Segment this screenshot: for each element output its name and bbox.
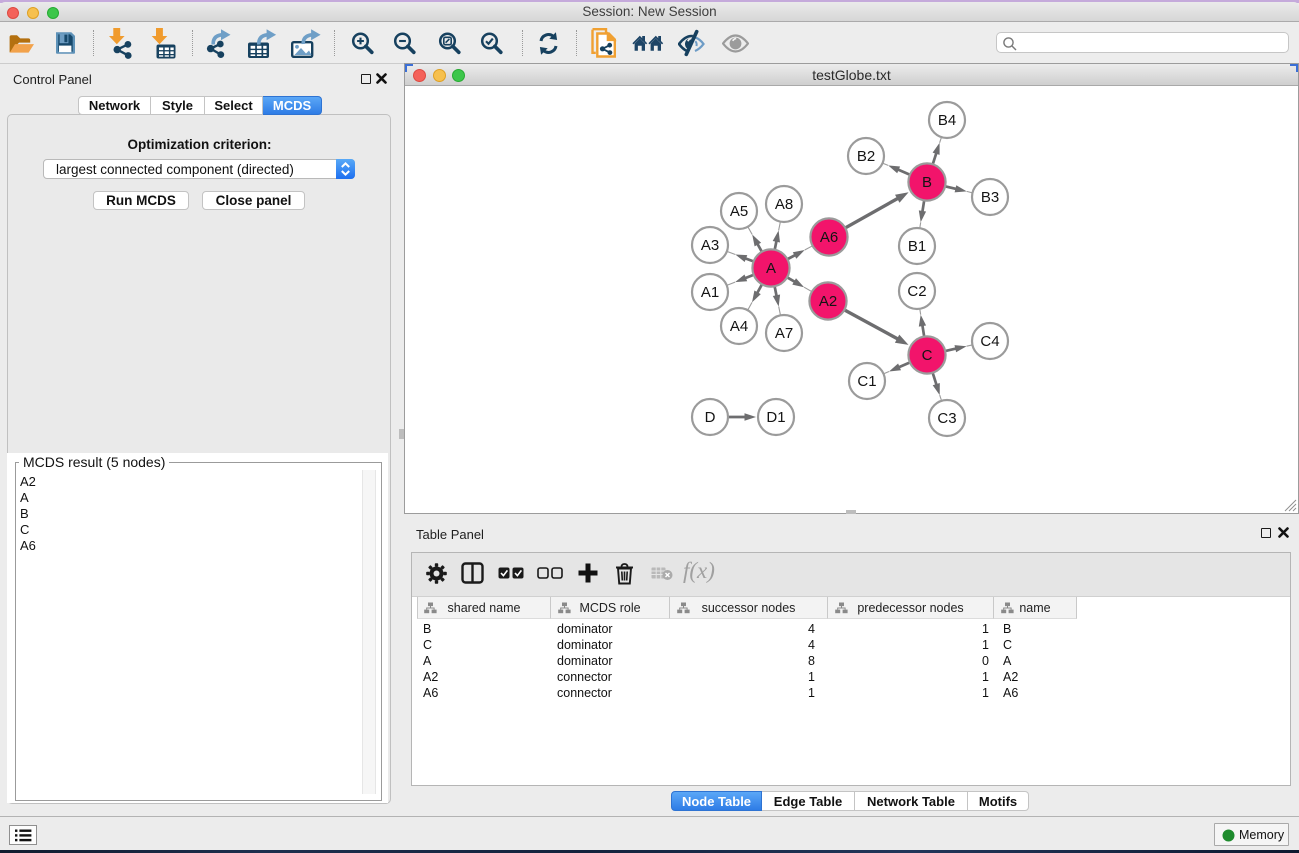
svg-text:C4: C4 [980, 333, 999, 350]
svg-text:A8: A8 [775, 196, 793, 213]
svg-text:A: A [766, 260, 776, 277]
svg-text:B4: B4 [938, 112, 956, 129]
svg-text:C3: C3 [937, 410, 956, 427]
svg-text:A2: A2 [819, 293, 837, 310]
svg-text:A7: A7 [775, 325, 793, 342]
svg-text:B: B [922, 174, 932, 191]
svg-text:C2: C2 [907, 283, 926, 300]
svg-text:B3: B3 [981, 189, 999, 206]
svg-text:A5: A5 [730, 203, 748, 220]
svg-text:C1: C1 [857, 373, 876, 390]
svg-text:D1: D1 [766, 409, 785, 426]
svg-text:D: D [705, 409, 716, 426]
svg-text:A1: A1 [701, 284, 719, 301]
svg-text:B1: B1 [908, 238, 926, 255]
svg-text:C: C [922, 347, 933, 364]
svg-text:A4: A4 [730, 318, 748, 335]
svg-text:B2: B2 [857, 148, 875, 165]
svg-text:A3: A3 [701, 237, 719, 254]
svg-text:A6: A6 [820, 229, 838, 246]
